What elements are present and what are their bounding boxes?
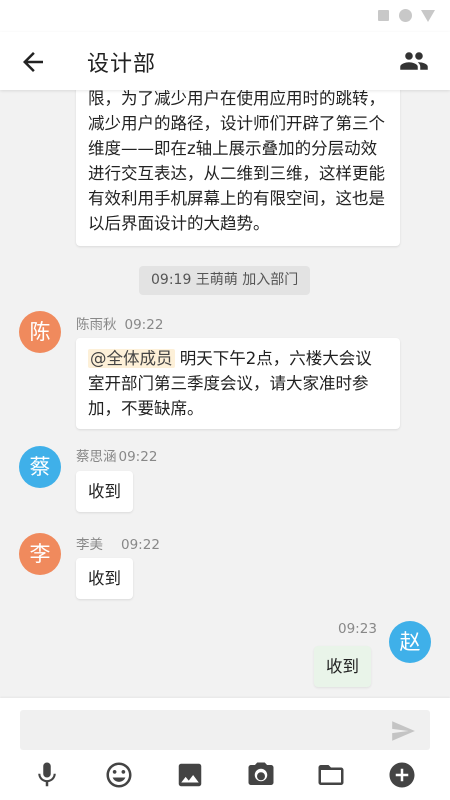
avatar-letter: 蔡 xyxy=(29,455,51,479)
message-list[interactable]: 限，为了减少用户在使用应用时的跳转，减少用户的路径，设计师们开辟了第三个维度——… xyxy=(0,90,450,698)
message-bubble[interactable]: 限，为了减少用户在使用应用时的跳转，减少用户的路径，设计师们开辟了第三个维度——… xyxy=(76,90,400,246)
status-triangle-icon xyxy=(421,10,435,22)
avatar[interactable]: 蔡 xyxy=(19,446,61,488)
sender-name: 陈雨秋 xyxy=(76,317,117,333)
avatar[interactable]: 李 xyxy=(19,533,61,575)
status-square-icon xyxy=(378,10,389,21)
avatar[interactable]: 赵 xyxy=(389,621,431,663)
message-time: 09:22 xyxy=(121,537,160,553)
message-bubble[interactable]: 收到 xyxy=(76,558,133,599)
avatar[interactable]: 陈 xyxy=(19,311,61,353)
sender-info: 蔡思涵 09:22 xyxy=(76,445,157,465)
sender-info: 李美 09:22 xyxy=(76,533,160,553)
mention-tag[interactable]: @全体成员 xyxy=(88,349,175,368)
group-members-icon[interactable] xyxy=(398,46,430,76)
status-bar xyxy=(0,0,450,32)
message-bubble[interactable]: @全体成员 明天下午2点，六楼大会议室开部门第三季度会议，请大家准时参加，不要缺… xyxy=(76,338,400,429)
app-bar: 设计部 xyxy=(0,32,450,90)
send-icon[interactable] xyxy=(389,718,417,744)
microphone-icon[interactable] xyxy=(32,760,62,790)
image-icon[interactable] xyxy=(175,760,205,790)
message-time: 09:22 xyxy=(124,317,164,333)
message-input[interactable] xyxy=(20,710,430,750)
camera-icon[interactable] xyxy=(246,760,276,790)
arrow-back-icon[interactable] xyxy=(18,47,48,77)
message-bubble[interactable]: 收到 xyxy=(76,471,133,512)
system-notice: 09:19 王萌萌 加入部门 xyxy=(139,266,311,295)
message-time: 09:23 xyxy=(338,621,377,637)
avatar-letter: 陈 xyxy=(29,320,51,344)
sender-name: 李美 xyxy=(76,537,103,553)
message-bubble[interactable]: 收到 xyxy=(314,646,371,687)
add-circle-icon[interactable] xyxy=(387,760,417,790)
folder-icon[interactable] xyxy=(316,760,346,790)
message-time: 09:22 xyxy=(118,449,158,465)
status-circle-icon xyxy=(399,9,412,22)
sender-name: 蔡思涵 xyxy=(76,449,117,465)
sender-info: 陈雨秋 09:22 xyxy=(76,313,163,333)
avatar-letter: 赵 xyxy=(399,630,421,654)
avatar-letter: 李 xyxy=(29,542,51,566)
emoji-icon[interactable] xyxy=(104,760,134,790)
input-bar xyxy=(0,698,450,800)
chat-title: 设计部 xyxy=(87,52,157,77)
